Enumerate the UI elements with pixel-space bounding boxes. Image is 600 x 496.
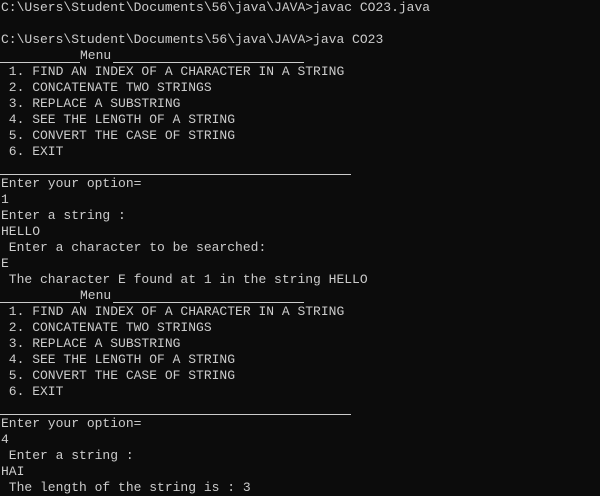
menu-item: 3. REPLACE A SUBSTRING [1,336,181,351]
menu-underline-left [0,62,80,63]
string-input: HAI [1,464,25,479]
command-line-run: C:\Users\Student\Documents\56\java\JAVA>… [1,32,384,47]
menu-item: 6. EXIT [1,144,64,159]
string-prompt: Enter a string : [1,208,126,223]
string-input: HELLO [1,224,41,239]
menu-item: 4. SEE THE LENGTH OF A STRING [1,112,236,127]
menu-item: 5. CONVERT THE CASE OF STRING [1,128,236,143]
option-input: 1 [1,192,9,207]
option-input: 4 [1,432,9,447]
menu-item: 5. CONVERT THE CASE OF STRING [1,368,236,383]
command-line-compile: C:\Users\Student\Documents\56\java\JAVA>… [1,0,431,15]
menu-item: 1. FIND AN INDEX OF A CHARACTER IN A STR… [1,304,345,319]
menu-header: Menu [0,48,600,64]
result-line: The length of the string is : 3 [1,480,251,495]
menu-header: Menu [0,288,600,304]
option-prompt: Enter your option= [1,416,142,431]
menu-underline-right [113,302,304,303]
char-input: E [1,256,9,271]
menu-title: Menu [80,288,112,303]
menu-item: 3. REPLACE A SUBSTRING [1,96,181,111]
menu-item: 1. FIND AN INDEX OF A CHARACTER IN A STR… [1,64,345,79]
menu-title: Menu [80,48,112,63]
menu-item: 6. EXIT [1,384,64,399]
option-prompt: Enter your option= [1,176,142,191]
menu-divider [0,160,600,176]
menu-underline-left [0,302,80,303]
string-prompt: Enter a string : [1,448,134,463]
menu-item: 4. SEE THE LENGTH OF A STRING [1,352,236,367]
console-window[interactable]: C:\Users\Student\Documents\56\java\JAVA>… [0,0,600,495]
char-prompt: Enter a character to be searched: [1,240,267,255]
menu-underline-right [113,62,304,63]
menu-item: 2. CONCATENATE TWO STRINGS [1,80,212,95]
result-line: The character E found at 1 in the string… [1,272,368,287]
menu-divider [0,400,600,416]
menu-item: 2. CONCATENATE TWO STRINGS [1,320,212,335]
